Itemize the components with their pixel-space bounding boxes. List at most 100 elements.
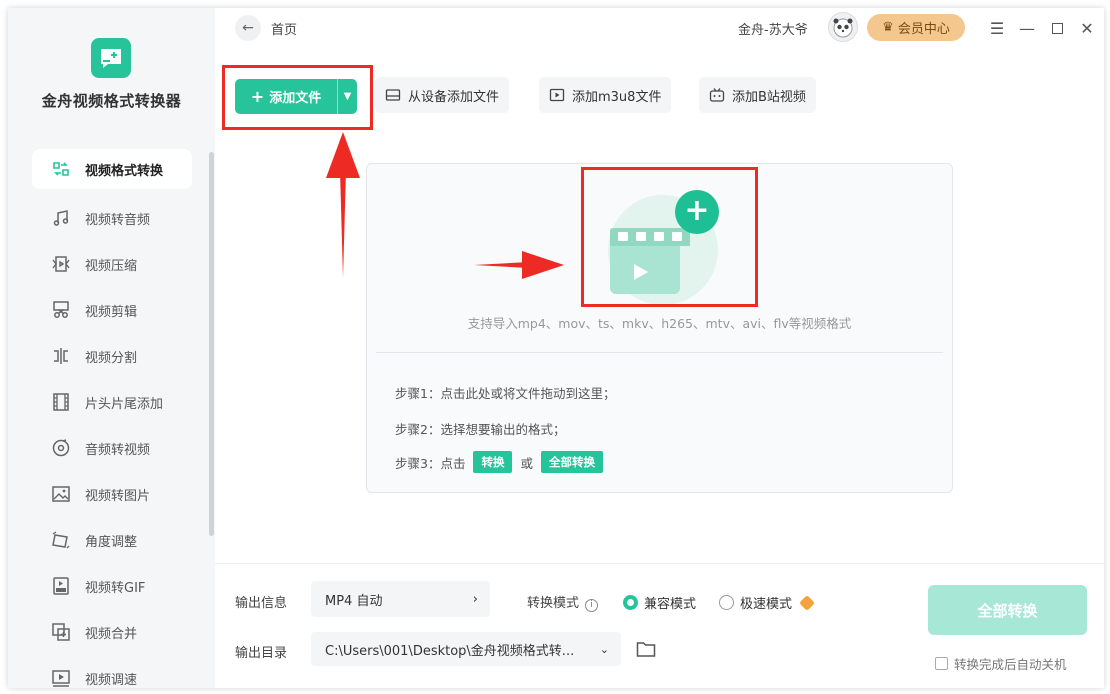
step-2: 步骤2：选择想要输出的格式； [395, 419, 565, 438]
step-3-text: 步骤3：点击 [395, 455, 466, 471]
compat-mode-label: 兼容模式 [644, 597, 697, 612]
annotation-highlight-box [581, 167, 758, 307]
add-from-device-button[interactable]: 从设备添加文件 [375, 77, 510, 113]
sidebar-item-label: 视频调速 [85, 672, 138, 688]
top-bar: ← 首页 金舟-苏大爷 ♛ 会员中心 ☰ — ✕ [215, 8, 1104, 48]
radio-unselected-icon [719, 595, 734, 610]
step-1-text: 步骤1：点击此处或将文件拖动到这里； [395, 386, 616, 401]
sidebar-item-video-compress[interactable]: 视频压缩 [32, 241, 192, 287]
merge-icon [50, 621, 72, 643]
video-file-icon [549, 88, 565, 102]
bilibili-icon [709, 88, 725, 102]
back-arrow-icon[interactable]: ← [235, 15, 261, 41]
speed-icon [50, 667, 72, 688]
gif-icon [50, 575, 72, 597]
sidebar-item-label: 视频转图片 [85, 488, 151, 504]
sidebar-item-label: 音频转视频 [85, 442, 151, 458]
sidebar-item-label: 视频转音频 [85, 212, 151, 228]
image-icon [50, 483, 72, 505]
sidebar-item-audio-to-video[interactable]: 音频转视频 [32, 425, 192, 471]
auto-shutdown-label: 转换完成后自动关机 [954, 657, 1067, 672]
sidebar-nav: 视频格式转换 视频转音频 视频压缩 视频剪辑 视频分割 片头片尾添加 音频转视频… [32, 149, 192, 688]
convert-mode-text: 转换模式 [527, 596, 580, 611]
output-dir-select[interactable]: C:\Users\001\Desktop\金舟视频格式转... ⌄ [311, 632, 621, 666]
crown-icon: ♛ [882, 20, 894, 35]
sidebar-item-video-edit[interactable]: 视频剪辑 [32, 287, 192, 333]
add-m3u8-button[interactable]: 添加m3u8文件 [539, 77, 672, 113]
vip-center-label: 会员中心 [897, 22, 950, 37]
app-name: 金舟视频格式转换器 [41, 92, 182, 110]
sidebar-item-label: 视频剪辑 [85, 304, 138, 320]
scissors-icon [50, 299, 72, 321]
film-icon [50, 391, 72, 413]
sidebar-item-angle-adjust[interactable]: 角度调整 [32, 517, 192, 563]
fast-mode-label: 极速模式 [740, 597, 793, 612]
convert-tag: 转换 [473, 451, 513, 473]
music-icon [50, 207, 72, 229]
device-icon [385, 89, 401, 101]
add-from-device-label: 从设备添加文件 [408, 89, 500, 105]
info-icon[interactable]: i [585, 599, 599, 612]
minimize-icon[interactable]: — [1016, 17, 1038, 39]
add-m3u8-label: 添加m3u8文件 [572, 89, 662, 105]
sidebar-item-label: 角度调整 [85, 534, 138, 550]
or-text: 或 [520, 455, 533, 471]
sidebar-item-video-format-convert[interactable]: 视频格式转换 [32, 149, 192, 189]
sidebar-item-video-to-gif[interactable]: 视频转GIF [32, 563, 192, 609]
output-format-select[interactable]: MP4 自动 › [311, 581, 490, 617]
breadcrumb[interactable]: 首页 [271, 19, 297, 38]
sidebar-item-intro-outro[interactable]: 片头片尾添加 [32, 379, 192, 425]
output-dir-label: 输出目录 [235, 646, 288, 661]
panda-avatar-icon [833, 18, 853, 38]
divider [376, 352, 943, 353]
maximize-icon[interactable] [1046, 17, 1068, 39]
vip-badge-icon [799, 594, 815, 611]
sidebar-item-video-to-audio[interactable]: 视频转音频 [32, 195, 192, 241]
app-window: 金舟视频格式转换器 视频格式转换 视频转音频 视频压缩 视频剪辑 视频分割 片头… [8, 8, 1104, 688]
chevron-down-icon: ⌄ [599, 642, 609, 656]
radio-selected-icon [623, 595, 638, 610]
menu-icon[interactable]: ☰ [986, 17, 1008, 39]
output-format-value: MP4 自动 [325, 593, 383, 609]
user-name[interactable]: 金舟-苏大爷 [738, 19, 808, 38]
checkbox-icon [935, 657, 948, 670]
sidebar: 金舟视频格式转换器 视频格式转换 视频转音频 视频压缩 视频剪辑 视频分割 片头… [8, 8, 215, 688]
split-icon [50, 345, 72, 367]
sidebar-item-label: 视频压缩 [85, 258, 138, 274]
fast-mode-radio[interactable]: 极速模式 [719, 593, 815, 612]
add-bilibili-label: 添加B站视频 [732, 89, 806, 105]
sidebar-item-video-merge[interactable]: 视频合并 [32, 609, 192, 655]
app-logo-icon [91, 38, 131, 78]
sidebar-item-label: 视频格式转换 [85, 163, 164, 179]
annotation-arrow-up [326, 132, 360, 278]
step-3: 步骤3：点击 转换 或 全部转换 [395, 451, 603, 473]
rotate-icon [50, 529, 72, 551]
auto-shutdown-checkbox[interactable]: 转换完成后自动关机 [935, 654, 1067, 673]
folder-icon[interactable] [636, 640, 656, 658]
sidebar-item-label: 视频分割 [85, 350, 138, 366]
sidebar-item-video-split[interactable]: 视频分割 [32, 333, 192, 379]
convert-icon [50, 158, 72, 180]
chevron-right-icon: › [472, 591, 478, 607]
step-1: 步骤1：点击此处或将文件拖动到这里； [395, 383, 615, 402]
step-2-text: 步骤2：选择想要输出的格式； [395, 422, 566, 437]
output-dir-value: C:\Users\001\Desktop\金舟视频格式转... [325, 643, 575, 659]
sidebar-item-video-to-image[interactable]: 视频转图片 [32, 471, 192, 517]
add-bilibili-button[interactable]: 添加B站视频 [699, 77, 816, 113]
sidebar-item-video-speed[interactable]: 视频调速 [32, 655, 192, 688]
supported-formats-text: 支持导入mp4、mov、ts、mkv、h265、mtv、avi、flv等视频格式 [467, 316, 852, 331]
sidebar-item-label: 视频转GIF [85, 580, 146, 596]
avatar[interactable] [828, 12, 858, 42]
sidebar-scrollbar[interactable] [209, 152, 214, 536]
sidebar-item-label: 片头片尾添加 [85, 396, 164, 412]
vip-center-button[interactable]: ♛ 会员中心 [867, 14, 965, 41]
compat-mode-radio[interactable]: 兼容模式 [623, 593, 696, 612]
output-info-label: 输出信息 [235, 596, 288, 611]
disc-icon [50, 437, 72, 459]
sidebar-item-label: 视频合并 [85, 626, 138, 642]
close-icon[interactable]: ✕ [1076, 17, 1098, 39]
annotation-arrow-right [474, 251, 564, 279]
convert-all-button[interactable]: 全部转换 [928, 585, 1087, 635]
convert-all-tag: 全部转换 [540, 451, 603, 473]
compress-icon [50, 253, 72, 275]
